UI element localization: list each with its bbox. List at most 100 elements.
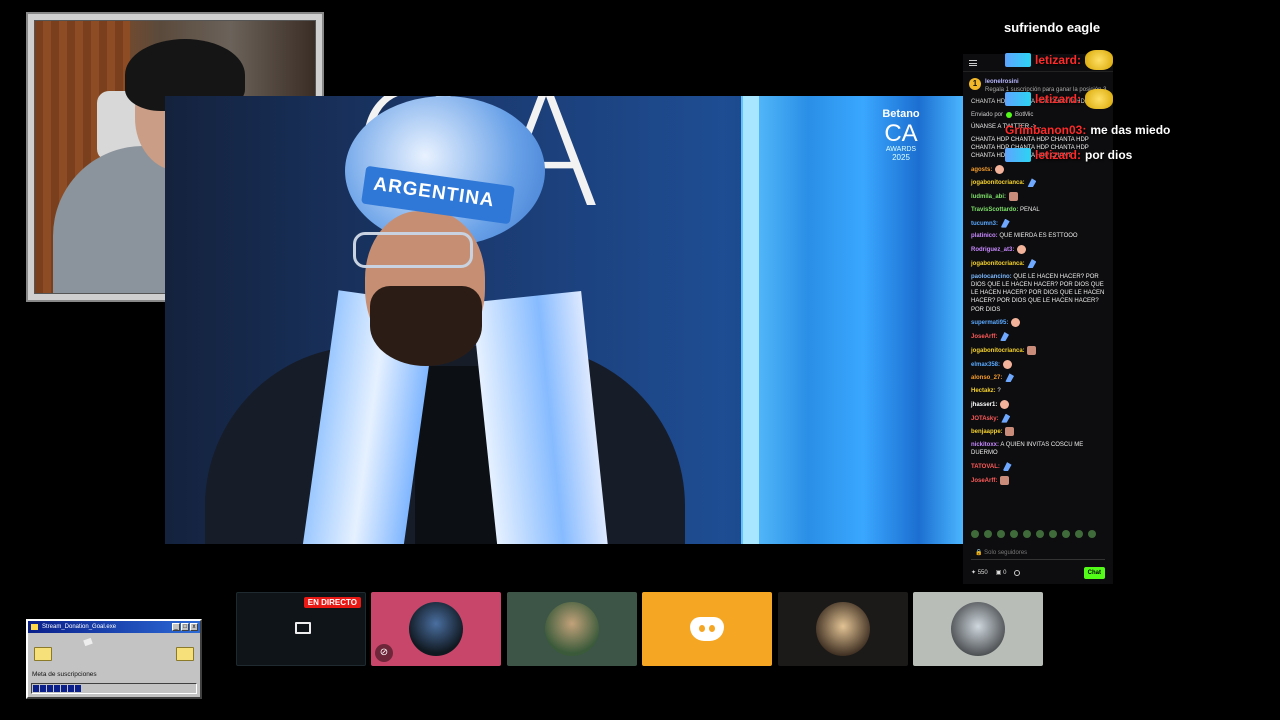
chat-input[interactable]: 🔒 Solo seguidores <box>971 546 1105 560</box>
chat-message: ludmila_abi: <box>971 192 1105 202</box>
live-stream-tile[interactable]: EN DIRECTO <box>236 592 366 666</box>
chat-message: nickitoxx: A QUIEN INVITAS COSCU ME DUER… <box>971 441 1105 457</box>
emote-icon[interactable] <box>1088 530 1096 538</box>
emote-icon[interactable] <box>997 530 1005 538</box>
chat-username[interactable]: tucumn3: <box>971 221 998 227</box>
progress-block <box>54 685 60 692</box>
emote-icon <box>1008 192 1018 202</box>
chat-username[interactable]: elmax358: <box>971 362 1000 368</box>
chat-username[interactable]: jogabonitocrianca: <box>971 261 1025 267</box>
chat-username[interactable]: jhasser1: <box>971 402 997 408</box>
avatar <box>545 602 599 656</box>
window-controls: _ □ x <box>172 623 198 631</box>
crown-icon <box>1085 89 1114 109</box>
awards-logo-brand: Betano <box>882 108 920 120</box>
chat-message: JoseArff: <box>971 475 1105 485</box>
chat-message: supermati95: <box>971 318 1105 328</box>
chat-username[interactable]: jogabonitocrianca: <box>971 348 1025 354</box>
chat-username[interactable]: Rodriguez_at3: <box>971 247 1014 253</box>
chat-username[interactable]: JoseArff: <box>971 478 997 484</box>
presenter-glasses <box>353 232 473 268</box>
emote-icon <box>995 164 1005 174</box>
maximize-button[interactable]: □ <box>181 623 189 631</box>
chat-username[interactable]: JOTAsky: <box>971 416 999 422</box>
points-value: 550 <box>977 569 988 576</box>
chat-username[interactable]: jogabonitocrianca: <box>971 180 1025 186</box>
emote-icon <box>1000 399 1010 409</box>
chat-username[interactable]: benjaappe: <box>971 429 1003 435</box>
chat-message: JOTAsky: <box>971 413 1105 423</box>
emote-icon[interactable] <box>1023 530 1031 538</box>
chat-username[interactable]: platinico: <box>971 233 998 239</box>
overlay-user: letizard: <box>1035 53 1082 67</box>
sent-user: BotMic <box>1015 111 1034 118</box>
awards-logo: Betano CA AWARDS 2025 <box>859 108 943 162</box>
overlay-text: me das miedo <box>1090 123 1171 137</box>
presenter-beard <box>370 286 482 366</box>
chat-username[interactable]: nickitoxx: <box>971 442 999 448</box>
progress-block <box>47 685 53 692</box>
overlay-user: letizard: <box>1035 92 1082 106</box>
progress-block <box>40 685 46 692</box>
menu-icon[interactable] <box>969 59 977 66</box>
gift-count-badge: 1 <box>969 78 981 90</box>
overlay-line: Grimbanon03: me das miedo <box>1005 123 1170 137</box>
gifts-counter[interactable]: ▣ 0 <box>996 569 1007 577</box>
participant-tile[interactable] <box>778 592 908 666</box>
participant-tile[interactable]: ⊘ <box>371 592 501 666</box>
close-button[interactable]: x <box>190 623 198 631</box>
chat-message: paolocancino: QUE LE HACEN HACER? POR DI… <box>971 273 1105 314</box>
pinned-user: leonelrosini <box>985 79 1019 85</box>
chat-username[interactable]: TATOVAL: <box>971 464 1000 470</box>
emote-icon <box>1017 245 1027 255</box>
emote-icon <box>1011 318 1021 328</box>
chat-send-button[interactable]: Chat <box>1083 566 1105 580</box>
points-counter[interactable]: ✦ 550 <box>971 569 988 577</box>
emote-icon <box>1005 427 1015 437</box>
chat-username[interactable]: alonso_27: <box>971 375 1002 381</box>
chat-message: Hectakz: ? <box>971 387 1105 395</box>
chat-username[interactable]: paolocancino: <box>971 274 1012 280</box>
chat-username[interactable]: supermati95: <box>971 320 1008 326</box>
participant-tile[interactable] <box>913 592 1043 666</box>
awards-logo-sub: AWARDS <box>885 146 917 153</box>
overlay-line: letizard: por dios <box>1005 148 1132 162</box>
chat-input-placeholder: Solo seguidores <box>984 550 1028 556</box>
chat-message: agosts: <box>971 164 1105 174</box>
crown-icon <box>1085 50 1114 70</box>
emote-icon[interactable] <box>1036 530 1044 538</box>
emote-icon[interactable] <box>984 530 992 538</box>
emote-icon <box>1002 359 1012 369</box>
gear-icon[interactable] <box>1014 570 1021 576</box>
minimize-button[interactable]: _ <box>172 623 180 631</box>
emote-icon[interactable] <box>1049 530 1057 538</box>
emote-icon[interactable] <box>1062 530 1070 538</box>
emote-icon[interactable] <box>1010 530 1018 538</box>
chat-username[interactable]: agosts: <box>971 167 992 173</box>
monitor-icon <box>295 622 311 634</box>
chat-message: TravisScottardo: PENAL <box>971 206 1105 214</box>
progress-block <box>33 685 39 692</box>
overlay-user: letizard: <box>1035 148 1082 162</box>
stage-light-panel <box>741 96 963 544</box>
emote-icon <box>1002 462 1012 472</box>
chat-messages: ÚNANSE A TWITTER ->... CHANTA HDP CHANTA … <box>963 121 1113 492</box>
chat-username[interactable]: JoseArff: <box>971 334 997 340</box>
emote-icon <box>1027 345 1037 355</box>
chat-username[interactable]: Hectakz: <box>971 388 996 394</box>
emote-icon[interactable] <box>1075 530 1083 538</box>
emote-icon <box>1000 475 1010 485</box>
progress-block <box>68 685 74 692</box>
chat-message: Rodriguez_at3: <box>971 245 1105 255</box>
main-video: CA Betano CA AWARDS 2025 ARGENTINA <box>165 96 963 544</box>
participant-tile[interactable] <box>507 592 637 666</box>
chat-username[interactable]: ludmila_abi: <box>971 194 1006 200</box>
emote-icon[interactable] <box>971 530 979 538</box>
chat-username[interactable]: TravisScottardo: <box>971 207 1018 213</box>
emote-icon <box>1027 258 1037 268</box>
chat-message: jogabonitocrianca: <box>971 258 1105 268</box>
chat-message: JoseArff: <box>971 332 1105 342</box>
paper-icon <box>83 637 93 647</box>
participant-tile[interactable] <box>642 592 772 666</box>
presenter-flag-right <box>471 290 609 544</box>
